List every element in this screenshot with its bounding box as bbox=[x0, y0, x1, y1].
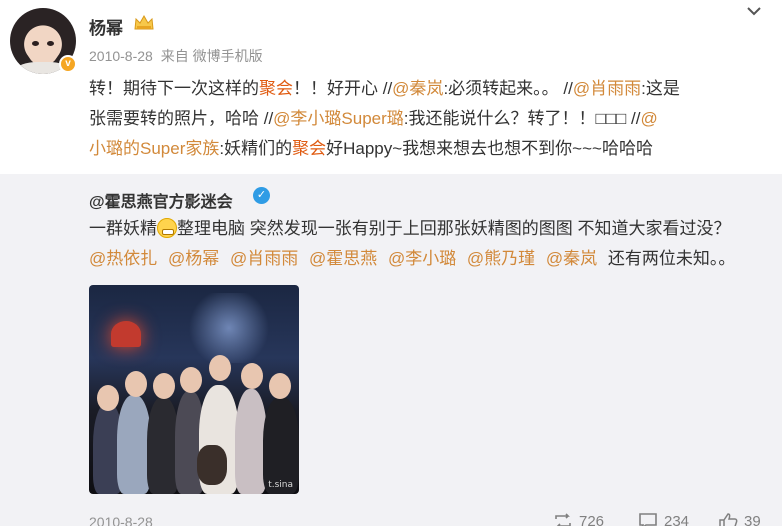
post-text-segment: 好Happy~我想来想去也想不到你~~~哈哈哈 bbox=[326, 139, 653, 158]
photo-head bbox=[241, 363, 263, 389]
post-text-segment: :我还能说什么？转了！！□□□ // bbox=[403, 109, 641, 128]
comment-icon bbox=[639, 513, 657, 526]
repost-button[interactable]: 726 bbox=[553, 512, 604, 526]
photo-head bbox=[125, 371, 147, 397]
mention-link[interactable]: @李小璐 bbox=[388, 249, 461, 268]
thumbs-up-icon bbox=[719, 513, 738, 526]
avatar-eye bbox=[47, 41, 54, 46]
mention-link[interactable]: @熊乃瑾 bbox=[467, 249, 540, 268]
retweet-box: @霍思燕官方影迷会 ✓ 一群妖精 整理电脑 突然发现一张有别于上回那张妖精图的图图… bbox=[0, 174, 782, 526]
photo-light bbox=[184, 293, 274, 363]
mention-link[interactable]: @肖雨雨 bbox=[230, 249, 303, 268]
post-text-line: 转！期待下一次这样的聚会！！好开心 //@秦岚:必须转起来。。 //@肖雨雨:这… bbox=[89, 74, 771, 104]
photo-lamp bbox=[111, 321, 141, 347]
mention-link[interactable]: @秦岚 bbox=[546, 249, 597, 268]
weibo-post: v 杨幂 2010-8-28 来自 微博手机版 转！期待下一次这样的聚会！！好开… bbox=[0, 0, 782, 526]
repost-icon bbox=[555, 513, 571, 526]
post-text: 转！期待下一次这样的聚会！！好开心 //@秦岚:必须转起来。。 //@肖雨雨:这… bbox=[89, 74, 771, 164]
avatar-face bbox=[26, 26, 60, 66]
post-meta: 2010-8-28 来自 微博手机版 bbox=[89, 46, 267, 66]
post-text-line: 张需要转的照片，哈哈 //@李小璐Super璐:我还能说什么？转了！！□□□ /… bbox=[89, 104, 771, 134]
mention-link[interactable]: @秦岚 bbox=[392, 79, 443, 98]
blue-verified-icon: ✓ bbox=[253, 187, 270, 204]
post-text-line: 小璐的Super家族:妖精们的聚会好Happy~我想来想去也想不到你~~~哈哈哈 bbox=[89, 134, 771, 164]
post-date[interactable]: 2010-8-28 bbox=[89, 48, 153, 64]
keyword-highlight[interactable]: 聚会 bbox=[259, 79, 293, 98]
photo-head bbox=[97, 385, 119, 411]
photo-dog bbox=[197, 445, 227, 485]
keyword-highlight[interactable]: 聚会 bbox=[292, 139, 326, 158]
retweet-author[interactable]: @霍思燕官方影迷会 bbox=[89, 188, 233, 212]
mention-link[interactable]: 小璐的Super家族 bbox=[89, 139, 219, 158]
mention-link[interactable]: @李小璐Super璐 bbox=[273, 109, 404, 128]
retweet-text-part: 一群妖精 bbox=[89, 219, 157, 238]
mention-link[interactable]: @ bbox=[641, 109, 658, 128]
photo-watermark: t.sina bbox=[268, 480, 293, 490]
mention-link[interactable]: @霍思燕 bbox=[309, 249, 382, 268]
retweet-text-part: 还有两位未知。。 bbox=[603, 249, 736, 268]
verified-badge-icon: v bbox=[59, 55, 77, 73]
mention-link[interactable]: @热依扎 bbox=[89, 249, 162, 268]
chevron-down-icon[interactable] bbox=[745, 4, 763, 18]
repost-count: 726 bbox=[579, 512, 605, 526]
photo-head bbox=[269, 373, 291, 399]
retweet-photo[interactable]: t.sina bbox=[89, 285, 299, 494]
photo-head bbox=[209, 355, 231, 381]
crown-icon bbox=[134, 14, 154, 30]
retweet-text: 一群妖精 整理电脑 突然发现一张有别于上回那张妖精图的图图 不知道大家看过没？ @… bbox=[89, 214, 779, 274]
like-count: 39 bbox=[744, 512, 761, 526]
retweet-text-line: 一群妖精 整理电脑 突然发现一张有别于上回那张妖精图的图图 不知道大家看过没？ bbox=[89, 214, 779, 244]
post-source: 来自 微博手机版 bbox=[160, 48, 263, 64]
photo-head bbox=[180, 367, 202, 393]
post-text-segment: :这是 bbox=[641, 79, 680, 98]
photo-head bbox=[153, 373, 175, 399]
retweet-mentions: @热依扎 @杨幂 @肖雨雨 @霍思燕 @李小璐 @熊乃瑾 @秦岚 还有两位未知。… bbox=[89, 244, 779, 274]
photo-person bbox=[117, 395, 151, 494]
post-text-segment: 张需要转的照片，哈哈 // bbox=[89, 109, 274, 128]
retweet-text-part: 整理电脑 突然发现一张有别于上回那张妖精图的图图 不知道大家看过没？ bbox=[177, 219, 731, 238]
mention-link[interactable]: @肖雨雨 bbox=[573, 79, 641, 98]
post-text-segment: ！！好开心 // bbox=[293, 79, 393, 98]
grin-emoji-icon bbox=[157, 218, 177, 238]
like-button[interactable]: 39 bbox=[718, 512, 761, 526]
username[interactable]: 杨幂 bbox=[89, 14, 123, 39]
post-text-segment: :必须转起来。。 // bbox=[443, 79, 573, 98]
comment-button[interactable]: 234 bbox=[638, 512, 689, 526]
avatar-eye bbox=[32, 41, 39, 46]
retweet-date[interactable]: 2010-8-28 bbox=[89, 514, 153, 526]
comment-count: 234 bbox=[664, 512, 690, 526]
mention-link[interactable]: @杨幂 bbox=[168, 249, 224, 268]
post-text-segment: 转！期待下一次这样的 bbox=[89, 79, 259, 98]
post-text-segment: :妖精们的 bbox=[219, 139, 293, 158]
